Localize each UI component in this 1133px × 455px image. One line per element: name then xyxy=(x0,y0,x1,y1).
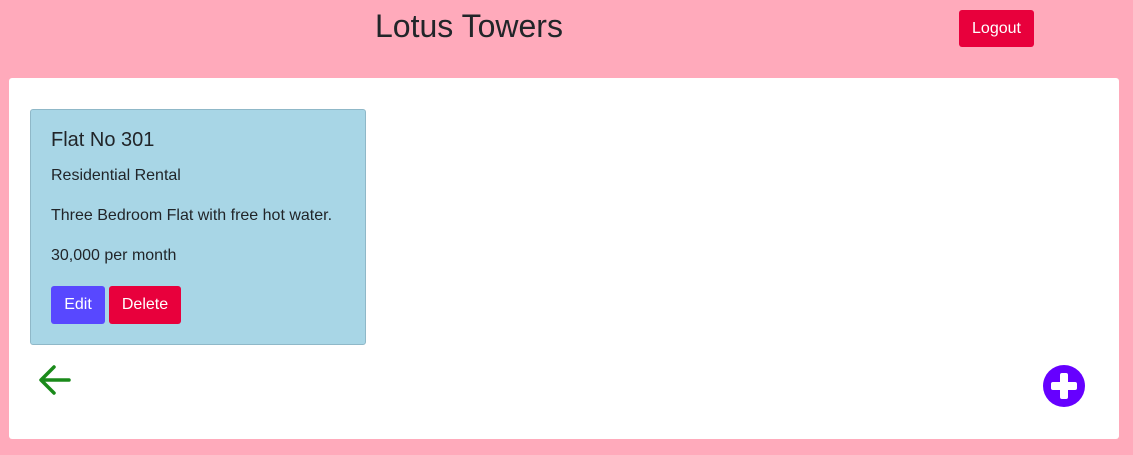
property-card: Flat No 301 Residential Rental Three Bed… xyxy=(30,109,366,345)
plus-circle-icon[interactable] xyxy=(1043,365,1085,407)
logout-button[interactable]: Logout xyxy=(959,10,1034,47)
delete-button[interactable]: Delete xyxy=(109,286,181,324)
card-title: Flat No 301 xyxy=(51,129,155,151)
card-description: Three Bedroom Flat with free hot water. xyxy=(51,207,333,224)
card-price: 30,000 per month xyxy=(51,247,177,264)
page-title: Lotus Towers xyxy=(375,8,563,44)
arrow-left-icon[interactable] xyxy=(37,362,73,398)
edit-button[interactable]: Edit xyxy=(51,286,105,324)
main-panel: Flat No 301 Residential Rental Three Bed… xyxy=(9,78,1119,439)
card-type: Residential Rental xyxy=(51,167,181,184)
